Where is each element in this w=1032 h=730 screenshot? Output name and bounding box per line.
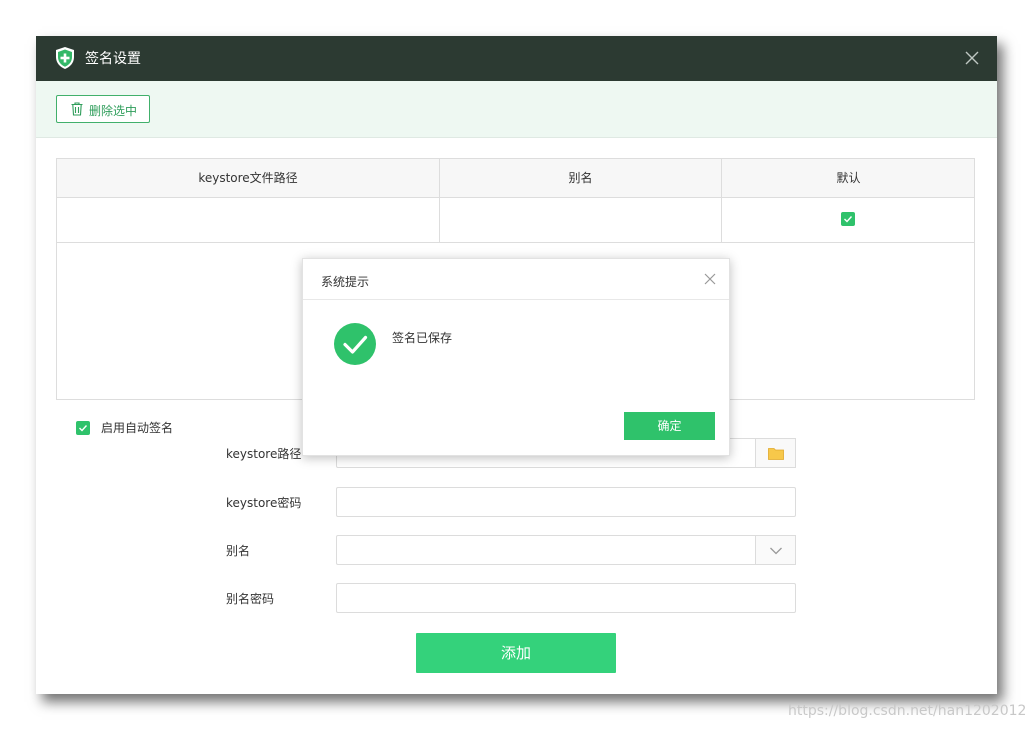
keystore-password-label: keystore密码: [226, 496, 302, 510]
keystore-password-input[interactable]: [336, 487, 796, 517]
alias-password-label: 别名密码: [226, 592, 275, 606]
trash-icon: [71, 102, 83, 116]
title-bar: 签名设置: [36, 36, 997, 81]
chevron-down-icon: [770, 547, 782, 555]
table-header: keystore文件路径 别名 默认: [57, 159, 974, 198]
folder-icon: [768, 448, 784, 460]
system-prompt-dialog: 系统提示 签名已保存 确定: [302, 258, 730, 456]
cell-alias: [440, 198, 722, 242]
delete-selected-label: 删除选中: [89, 104, 138, 118]
alias-select[interactable]: [336, 535, 796, 565]
toolbar: 删除选中: [36, 81, 997, 138]
alias-label: 别名: [226, 544, 251, 558]
column-header-default: 默认: [836, 171, 861, 185]
close-icon[interactable]: [965, 51, 979, 65]
alias-password-input[interactable]: [336, 583, 796, 613]
default-checkbox[interactable]: [841, 212, 855, 226]
table-row[interactable]: [57, 198, 974, 243]
cell-path: [57, 198, 440, 242]
shield-plus-icon: [56, 47, 74, 69]
delete-selected-button[interactable]: 删除选中: [56, 95, 150, 123]
close-icon[interactable]: [704, 273, 716, 285]
watermark: https://blog.csdn.net/han1202012: [788, 703, 1027, 719]
auto-sign-checkbox[interactable]: [76, 421, 90, 435]
keystore-path-label: keystore路径: [226, 447, 302, 461]
checkmark-icon: [844, 216, 853, 223]
add-button[interactable]: 添加: [416, 633, 616, 673]
dialog-title: 系统提示: [321, 275, 370, 289]
dialog-title-bar: 系统提示: [303, 259, 729, 300]
checkmark-icon: [79, 425, 88, 432]
column-header-alias: 别名: [440, 159, 722, 197]
auto-sign-label: 启用自动签名: [101, 421, 174, 435]
success-check-icon: [334, 323, 376, 365]
column-header-path: keystore文件路径: [57, 159, 440, 197]
cell-default: [722, 198, 975, 242]
confirm-button[interactable]: 确定: [624, 412, 715, 440]
browse-folder-button[interactable]: [755, 438, 796, 468]
window-title: 签名设置: [85, 51, 141, 67]
alias-dropdown-button[interactable]: [755, 535, 796, 565]
dialog-message: 签名已保存: [392, 331, 453, 345]
